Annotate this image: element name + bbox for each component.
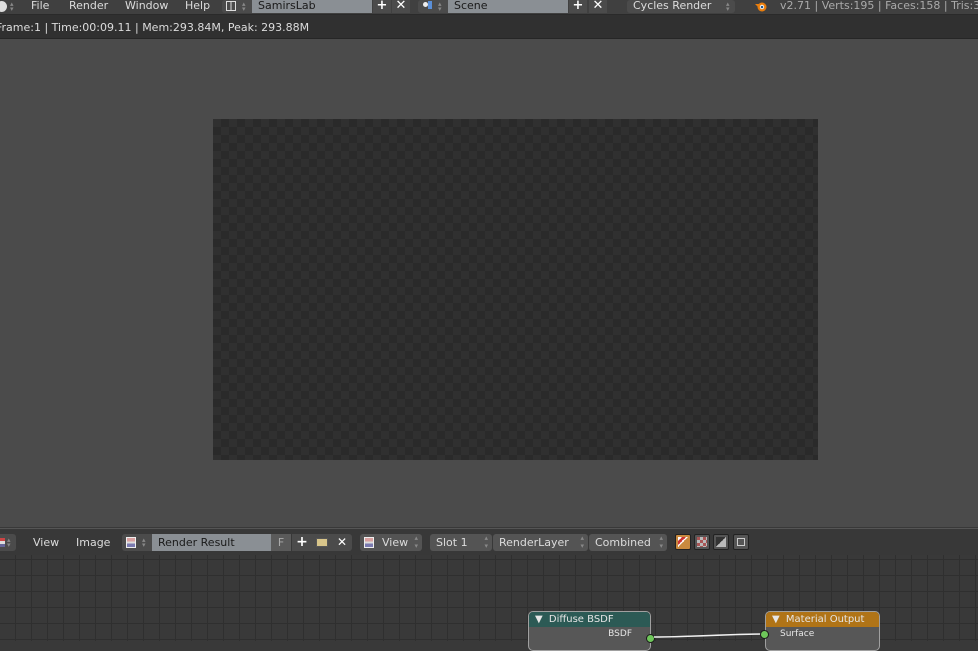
image-name-field[interactable]: Render Result — [152, 534, 271, 551]
editor-type-arrows: ▴ ▾ — [10, 0, 14, 13]
image-editor-header: ▴ ▾ View Image ▴ ▾ Render Result F + ✕ Vie… — [0, 528, 978, 556]
render-layer-dropdown[interactable]: RenderLayer ▴ ▾ — [493, 534, 588, 551]
fake-user-toggle[interactable]: F — [271, 534, 291, 551]
zbuffer-gradient-icon — [716, 537, 726, 547]
image-editor-icon — [0, 538, 5, 547]
unlink-image-button[interactable]: ✕ — [332, 534, 352, 551]
menu-image[interactable]: Image — [76, 536, 110, 549]
menu-view[interactable]: View — [33, 536, 59, 549]
node-diffuse-bsdf[interactable]: ▼ Diffuse BSDF BSDF — [528, 611, 651, 651]
fake-user-label: F — [277, 536, 285, 549]
delete-scene-button[interactable]: ✕ — [589, 0, 607, 13]
slot-dropdown[interactable]: Slot 1 ▴ ▾ — [430, 534, 492, 551]
render-info-text: Frame:1 | Time:00:09.11 | Mem:293.84M, P… — [0, 21, 310, 34]
collapse-icon[interactable]: ▼ — [772, 614, 780, 625]
scene-selector[interactable]: ▴ ▾ — [418, 0, 448, 13]
render-pass-dropdown[interactable]: Combined ▴ ▾ — [589, 534, 667, 551]
view-mode-dropdown[interactable]: View ▴ ▾ — [360, 534, 422, 551]
node-diffuse-bsdf-output-label: BSDF — [608, 629, 632, 639]
slot-label: Slot 1 — [436, 536, 468, 549]
alpha-checker-icon — [697, 537, 707, 547]
scene-stats: v2.71 | Verts:195 | Faces:158 | Tris:316 — [780, 0, 978, 12]
view-mode-label: View — [382, 536, 409, 549]
draw-color-alpha-toggle[interactable] — [675, 534, 691, 550]
add-scene-button[interactable]: + — [569, 0, 587, 13]
render-engine-label: Cycles Render — [633, 0, 712, 12]
node-material-output-header[interactable]: ▼ Material Output — [766, 612, 879, 627]
menu-file[interactable]: File — [31, 0, 49, 13]
draw-alpha-toggle[interactable] — [694, 534, 710, 550]
top-menu-bar: ▴ ▾ File Render Window Help ▴ ▾ SamirsLab … — [0, 0, 978, 15]
render-layer-label: RenderLayer — [499, 536, 569, 549]
surface-input-socket[interactable] — [760, 630, 769, 639]
image-view-icon — [364, 537, 374, 548]
image-editor-viewport[interactable] — [0, 39, 978, 527]
node-diffuse-bsdf-header[interactable]: ▼ Diffuse BSDF — [529, 612, 650, 627]
image-browse-button[interactable]: ▴ ▾ — [122, 534, 152, 551]
editor-type-info-button[interactable] — [0, 1, 7, 12]
render-pass-label: Combined — [595, 536, 651, 549]
new-image-button[interactable]: + — [292, 534, 312, 551]
menu-window[interactable]: Window — [125, 0, 168, 13]
node-material-output-title: Material Output — [785, 614, 865, 625]
editor-type-selector[interactable]: ▴ ▾ — [0, 534, 16, 551]
color-alpha-icon — [678, 537, 688, 547]
image-icon — [126, 537, 136, 548]
screen-layout-name-field[interactable]: SamirsLab — [252, 0, 372, 13]
render-engine-dropdown[interactable]: Cycles Render ▴ ▾ — [627, 0, 735, 13]
node-link — [653, 633, 766, 638]
delete-screen-button[interactable]: ✕ — [392, 0, 410, 13]
render-result-image[interactable] — [213, 119, 818, 460]
blender-logo-icon — [755, 2, 767, 12]
layout-icon — [226, 1, 236, 11]
folder-icon — [316, 538, 328, 547]
draw-zbuffer-toggle[interactable] — [713, 534, 729, 550]
render-info-bar: Frame:1 | Time:00:09.11 | Mem:293.84M, P… — [0, 15, 978, 39]
open-image-button[interactable] — [312, 534, 332, 551]
node-diffuse-bsdf-title: Diffuse BSDF — [548, 614, 614, 625]
screen-layout-selector[interactable]: ▴ ▾ — [222, 0, 252, 13]
node-material-output-input-label: Surface — [780, 629, 815, 639]
menu-help[interactable]: Help — [185, 0, 210, 13]
menu-render[interactable]: Render — [69, 0, 108, 13]
draw-channels-toggle[interactable] — [733, 534, 749, 550]
scene-name-field[interactable]: Scene — [448, 0, 568, 13]
channels-icon — [737, 538, 745, 546]
node-editor-canvas[interactable]: ▼ Diffuse BSDF BSDF ▼ Material Output Su… — [0, 555, 978, 651]
collapse-icon[interactable]: ▼ — [535, 614, 543, 625]
add-screen-button[interactable]: + — [373, 0, 391, 13]
node-material-output[interactable]: ▼ Material Output Surface — [765, 611, 880, 651]
image-name-label: Render Result — [158, 536, 235, 549]
